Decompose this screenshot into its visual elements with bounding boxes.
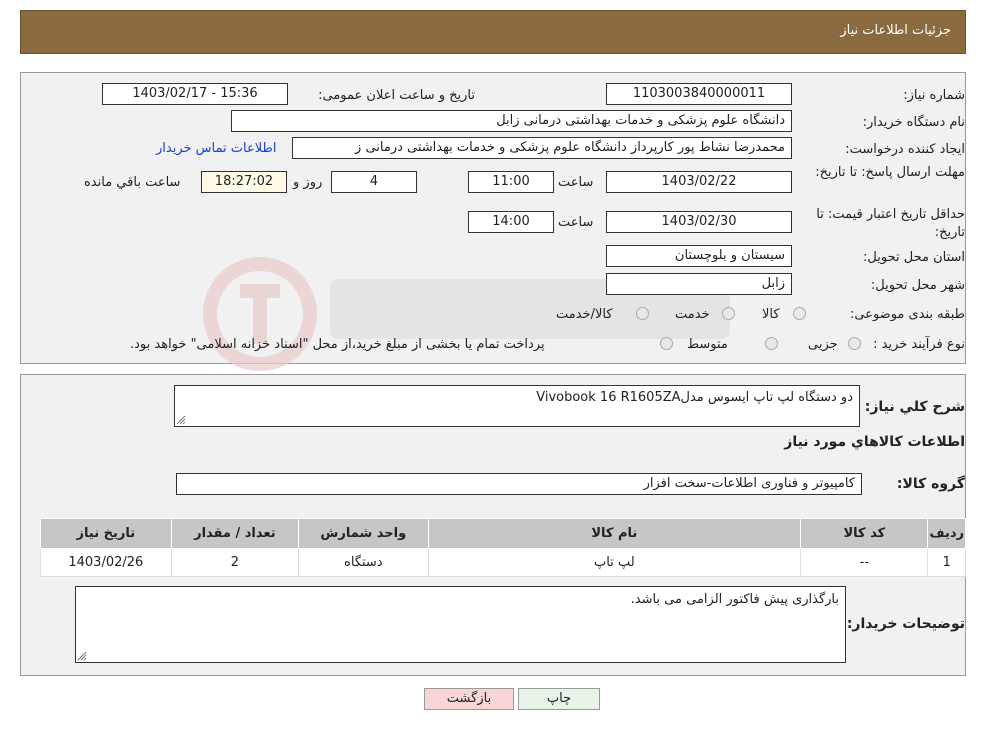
days-label: روز و (293, 175, 323, 190)
category-option-service: خدمت (675, 307, 710, 322)
category-radio-goods[interactable] (793, 307, 806, 320)
validity-time-label: ساعت (558, 215, 594, 230)
col-header-row-number: رديف (927, 518, 966, 549)
summary-label: شرح کلي نياز: (864, 399, 965, 415)
page-title: جزئیات اطلاعات نیاز (840, 23, 951, 38)
buyer-notes-text: بارگذاری پیش فاکتور الزامی می باشد. (630, 592, 839, 607)
process-option-minor: جزیی (808, 337, 838, 352)
buyer-org-label: نام دستگاه خریدار: (862, 115, 965, 130)
deadline-date-field: 1403/02/22 (606, 171, 792, 193)
summary-textarea[interactable]: دو دستگاه لپ تاپ ایسوس مدلVivobook 16 R1… (174, 385, 860, 427)
validity-date-field: 1403/02/30 (606, 211, 792, 233)
table-header-row: رديف کد کالا نام کالا واحد شمارش تعداد /… (40, 518, 966, 549)
buyer-notes-textarea[interactable]: بارگذاری پیش فاکتور الزامی می باشد. (75, 586, 846, 663)
process-note: پرداخت تمام یا بخشی از مبلغ خرید،از محل … (130, 337, 545, 352)
category-radio-goods-service[interactable] (636, 307, 649, 320)
remaining-label: ساعت باقي مانده (84, 175, 181, 190)
cell-need-date: 1403/02/26 (40, 548, 172, 577)
col-header-goods-name: نام کالا (427, 518, 802, 549)
announce-field: 1403/02/17 - 15:36 (102, 83, 288, 105)
cell-unit: دستگاه (298, 548, 429, 577)
deadline-time-field: 11:00 (468, 171, 554, 193)
deadline-time-label: ساعت (558, 175, 594, 190)
cell-row-number: 1 (927, 548, 966, 577)
col-header-unit: واحد شمارش (298, 518, 429, 549)
treasury-checkbox[interactable] (660, 337, 673, 350)
category-option-goods-service: کالا/خدمت (556, 307, 613, 322)
summary-text: دو دستگاه لپ تاپ ایسوس مدلVivobook 16 R1… (536, 390, 853, 405)
print-button[interactable]: چاپ (518, 688, 600, 710)
col-header-goods-code: کد کالا (800, 518, 929, 549)
remaining-time-field: 18:27:02 (201, 171, 287, 193)
requester-field: محمدرضا نشاط پور کارپرداز دانشگاه علوم پ… (292, 137, 792, 159)
category-label: طبقه بندی موضوعی: (849, 307, 965, 322)
need-number-field: 1103003840000011 (606, 83, 792, 105)
days-field: 4 (331, 171, 417, 193)
deadline-label: مهلت ارسال پاسخ: تا تاریخ: (815, 165, 965, 180)
contact-buyer-link[interactable]: اطلاعات تماس خریدار (156, 141, 276, 156)
group-label: گروه کالا: (896, 476, 965, 492)
cell-goods-name: لپ تاپ (427, 548, 802, 577)
goods-table: رديف کد کالا نام کالا واحد شمارش تعداد /… (40, 518, 966, 577)
page-header: جزئیات اطلاعات نیاز (20, 10, 966, 54)
city-label: شهر محل تحویل: (870, 278, 965, 293)
buyer-notes-label: توضيحات خريدار: (846, 616, 965, 632)
category-option-goods: کالا (762, 307, 780, 322)
announce-label: تاریخ و ساعت اعلان عمومی: (318, 88, 475, 103)
province-field: سیستان و بلوچستان (606, 245, 792, 267)
group-field: کامپیوتر و فناوری اطلاعات-سخت افزار (176, 473, 862, 495)
goods-info-title: اطلاعات کالاهاي مورد نياز (784, 434, 965, 450)
category-radio-service[interactable] (722, 307, 735, 320)
col-header-quantity: تعداد / مقدار (170, 518, 300, 549)
requester-label: ایجاد کننده درخواست: (845, 142, 965, 157)
goods-table-wrapper: رديف کد کالا نام کالا واحد شمارش تعداد /… (40, 518, 966, 577)
back-button[interactable]: بازگشت (424, 688, 514, 710)
col-header-need-date: تاریخ نیاز (40, 518, 172, 549)
need-number-label: شماره نیاز: (903, 88, 965, 103)
cell-quantity: 2 (170, 548, 300, 577)
validity-time-field: 14:00 (468, 211, 554, 233)
province-label: استان محل تحویل: (863, 250, 965, 265)
process-label: نوع فرآیند خرید : (873, 337, 965, 352)
resize-grip-icon[interactable] (176, 415, 186, 425)
city-field: زابل (606, 273, 792, 295)
process-option-medium: متوسط (687, 337, 728, 352)
process-radio-medium[interactable] (765, 337, 778, 350)
process-radio-minor[interactable] (848, 337, 861, 350)
table-row: 1 -- لپ تاپ دستگاه 2 1403/02/26 (40, 548, 966, 577)
buyer-org-field: دانشگاه علوم پزشکی و خدمات بهداشتی درمان… (231, 110, 792, 132)
validity-label: حداقل تاریخ اعتبار قیمت: تا تاریخ: (816, 207, 965, 240)
resize-grip-icon[interactable] (77, 651, 87, 661)
cell-goods-code: -- (800, 548, 929, 577)
